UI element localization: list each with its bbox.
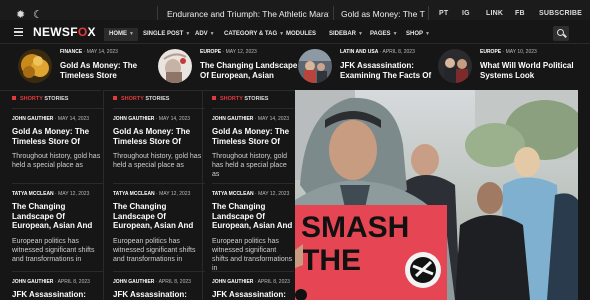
search-button[interactable] [553, 26, 569, 41]
chevron-down-icon: ▼ [209, 31, 215, 37]
subscribe-link[interactable]: SUBSCRIBE [539, 10, 582, 17]
nav-item-pages[interactable]: PAGES ▼ [365, 28, 402, 41]
hero-image-protest[interactable]: SMASH THE [295, 90, 578, 300]
column-heading: SHORTY STORIES [113, 96, 169, 102]
featured-thumbnail-gold[interactable] [18, 49, 52, 83]
nav-item-category-tag[interactable]: CATEGORY & TAG ▼ [219, 28, 288, 41]
author-name[interactable]: JOHN GAUTHIER [212, 116, 253, 122]
story-title[interactable]: Gold As Money: The Timeless Store Of [12, 127, 104, 146]
date-label: APRIL 8, 2023 [158, 279, 191, 285]
nav-item-adv[interactable]: ADV ▼ [190, 28, 219, 41]
featured-thumbnail-europe[interactable] [158, 49, 192, 83]
date-label: MAY 14, 2023 [57, 116, 90, 122]
author-name[interactable]: JOHN GAUTHIER [12, 279, 53, 285]
story-excerpt: European politics has witnessed signific… [113, 237, 196, 263]
nav-item-sidebar[interactable]: SIDEBAR ▼ [324, 28, 367, 41]
nav-item-single-post[interactable]: SINGLE POST ▼ [138, 28, 194, 41]
story-title[interactable]: JFK Assassination: [12, 290, 104, 300]
author-name[interactable]: JOHN GAUTHIER [113, 279, 154, 285]
story-item[interactable]: TATYA MCCLEAN · MAY 12, 2023 The Changin… [113, 191, 205, 264]
hamburger-menu-icon[interactable] [14, 28, 23, 36]
featured-item[interactable]: FINANCE · MAY 14, 2023 Gold As Money: Th… [18, 49, 153, 87]
social-link-link[interactable]: LINK [486, 10, 503, 17]
author-name[interactable]: TATYA MCCLEAN [12, 191, 54, 197]
date-label: APRIL 8, 2023 [382, 49, 415, 55]
story-item[interactable]: TATYA MCCLEAN · MAY 12, 2023 The Changin… [12, 191, 104, 264]
category-label[interactable]: FINANCE [60, 49, 82, 55]
author-name[interactable]: JOHN GAUTHIER [212, 279, 253, 285]
author-name[interactable]: TATYA MCCLEAN [113, 191, 155, 197]
date-label: MAY 14, 2023 [86, 49, 118, 55]
date-label: APRIL 8, 2023 [257, 279, 290, 285]
story-item[interactable]: JOHN GAUTHIER · MAY 14, 2023 Gold As Mon… [212, 116, 294, 179]
chevron-down-icon: ▼ [425, 31, 430, 37]
story-title[interactable]: JFK Assassination: [212, 290, 294, 300]
featured-title[interactable]: The Changing Landscape Of European, Asia… [200, 61, 305, 81]
date-label: MAY 12, 2023 [258, 191, 290, 197]
square-bullet-icon [113, 96, 117, 100]
story-item[interactable]: JOHN GAUTHIER · APRIL 8, 2023 JFK Assass… [113, 279, 205, 300]
story-title[interactable]: The Changing Landscape Of European, Asia… [113, 202, 205, 231]
nav-item-shop[interactable]: SHOP ▼ [401, 28, 434, 41]
chevron-down-icon: ▼ [358, 31, 363, 37]
date-label: MAY 14, 2023 [257, 116, 290, 122]
stories-column: SHORTY STORIES JOHN GAUTHIER · MAY 14, 2… [103, 90, 205, 300]
date-label: MAY 12, 2023 [225, 49, 257, 55]
sign-text-line-2: THE [301, 244, 361, 277]
story-item[interactable]: TATYA MCCLEAN · MAY 12, 2023 The Changin… [212, 191, 294, 273]
featured-thumbnail-politics[interactable] [438, 49, 472, 83]
ticker-headline-1[interactable]: Endurance and Triumph: The Athletic Mara… [167, 9, 329, 19]
featured-title[interactable]: What Will World Political Systems Look [480, 61, 585, 81]
chevron-down-icon: ▼ [129, 31, 134, 37]
ticker-headline-2[interactable]: Gold as Money: The Timeless [341, 9, 425, 19]
story-title[interactable]: The Changing Landscape Of European, Asia… [212, 202, 294, 231]
story-title[interactable]: Gold As Money: The Timeless Store Of [212, 127, 294, 146]
site-logo[interactable]: NEWSFOX [33, 25, 96, 39]
nav-item-modules[interactable]: MODULES [281, 28, 320, 41]
date-label: MAY 12, 2023 [58, 191, 90, 197]
featured-title[interactable]: Gold As Money: The Timeless Store [60, 61, 165, 81]
category-label[interactable]: EUROPE [480, 49, 501, 55]
category-label[interactable]: LATIN AND USA [340, 49, 378, 55]
featured-thumbnail-jfk[interactable] [298, 49, 332, 83]
featured-item[interactable]: LATIN AND USA · APRIL 8, 2023 JFK Assass… [298, 49, 433, 87]
story-title[interactable]: JFK Assassination: [113, 290, 205, 300]
story-excerpt: Throughout history, gold has held a spec… [12, 153, 101, 169]
featured-title[interactable]: JFK Assassination: Examining The Facts O… [340, 61, 445, 81]
category-label[interactable]: EUROPE [200, 49, 221, 55]
square-bullet-icon [212, 96, 216, 100]
author-name[interactable]: TATYA MCCLEAN [212, 191, 254, 197]
story-item[interactable]: JOHN GAUTHIER · MAY 14, 2023 Gold As Mon… [113, 116, 205, 170]
author-name[interactable]: JOHN GAUTHIER [12, 116, 53, 122]
column-heading: SHORTY STORIES [212, 96, 268, 102]
sign-text-line-1: SMASH [301, 211, 409, 244]
story-item[interactable]: JOHN GAUTHIER · MAY 14, 2023 Gold As Mon… [12, 116, 104, 170]
stories-column: SHORTY STORIES JOHN GAUTHIER · MAY 14, 2… [0, 90, 104, 300]
story-item[interactable]: JOHN GAUTHIER · APRIL 8, 2023 JFK Assass… [212, 279, 294, 300]
story-title[interactable]: Gold As Money: The Timeless Store Of [113, 127, 205, 146]
social-link-pt[interactable]: PT [439, 10, 448, 17]
column-heading: SHORTY STORIES [12, 96, 68, 102]
main-nav: NEWSFOX HOME ▼ SINGLE POST ▼ ADV ▼ CATEGORY… [0, 20, 590, 44]
nav-item-home[interactable]: HOME ▼ [104, 28, 138, 41]
story-excerpt: European politics has witnessed signific… [212, 237, 293, 272]
square-bullet-icon [12, 96, 16, 100]
featured-item[interactable]: EUROPE · MAY 10, 2023 What Will World Po… [438, 49, 578, 87]
date-label: APRIL 8, 2023 [57, 279, 90, 285]
story-excerpt: European politics has witnessed signific… [12, 237, 95, 263]
author-name[interactable]: JOHN GAUTHIER [113, 116, 154, 122]
story-excerpt: Throughout history, gold has held a spec… [212, 153, 287, 178]
stories-column: SHORTY STORIES JOHN GAUTHIER · MAY 14, 2… [202, 90, 301, 300]
social-link-ig[interactable]: IG [462, 10, 470, 17]
story-item[interactable]: JOHN GAUTHIER · APRIL 8, 2023 JFK Assass… [12, 279, 104, 300]
date-label: MAY 12, 2023 [159, 191, 191, 197]
date-label: MAY 14, 2023 [158, 116, 191, 122]
date-label: MAY 10, 2023 [505, 49, 537, 55]
featured-item[interactable]: EUROPE · MAY 12, 2023 The Changing Lands… [158, 49, 297, 87]
story-excerpt: Throughout history, gold has held a spec… [113, 153, 202, 169]
chevron-down-icon: ▼ [392, 31, 398, 37]
story-title[interactable]: The Changing Landscape Of European, Asia… [12, 202, 104, 231]
social-link-fb[interactable]: FB [515, 10, 525, 17]
